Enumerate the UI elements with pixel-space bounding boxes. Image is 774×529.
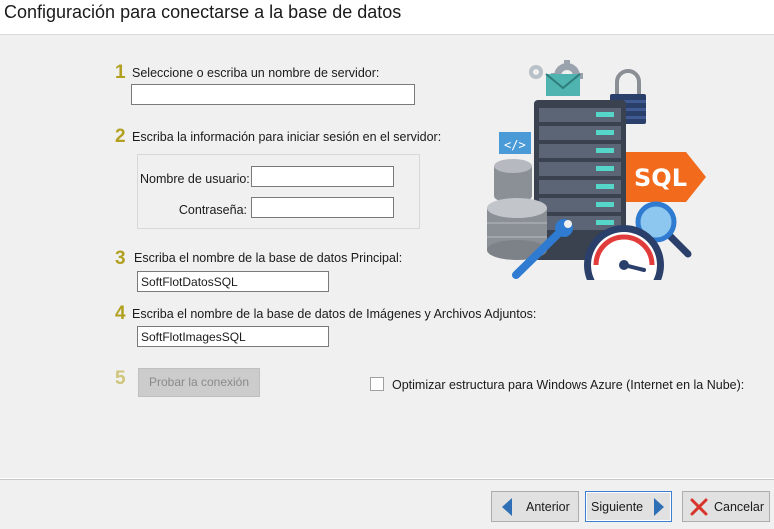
step-number-1: 1 [115, 62, 126, 83]
small-gear-icon [529, 65, 543, 79]
password-input[interactable] [251, 197, 394, 218]
server-label: Seleccione o escriba un nombre de servid… [132, 66, 380, 80]
main-database-input[interactable] [137, 271, 329, 292]
images-database-label: Escriba el nombre de la base de datos de… [132, 307, 537, 321]
envelope-icon [545, 73, 581, 96]
cancel-button[interactable]: Cancelar [682, 491, 770, 522]
arrow-left-icon [502, 498, 512, 516]
login-info-label: Escriba la información para iniciar sesi… [132, 130, 442, 144]
test-connection-button[interactable]: Probar la conexión [138, 368, 260, 397]
back-button-label: Anterior [526, 500, 570, 514]
next-button-label: Siguiente [591, 500, 644, 514]
sql-badge-text: SQL [634, 164, 687, 192]
images-database-input[interactable] [137, 326, 329, 347]
username-label: Nombre de usuario: [140, 172, 250, 186]
content-area: 1 Seleccione o escriba un nombre de serv… [0, 35, 774, 478]
svg-text:</>: </> [504, 138, 526, 152]
code-document-icon: </> [499, 132, 531, 154]
page-title: Configuración para conectarse a la base … [4, 2, 402, 22]
main-database-label: Escriba el nombre de la base de datos Pr… [134, 251, 403, 265]
next-button[interactable]: Siguiente [585, 491, 672, 522]
footer-bar: Anterior Siguiente Cancelar [0, 479, 774, 529]
step-number-2: 2 [115, 126, 126, 147]
step-number-5: 5 [115, 368, 126, 389]
cancel-button-label: Cancelar [714, 500, 765, 514]
azure-option-label: Optimizar estructura para Windows Azure … [392, 378, 745, 392]
close-icon [690, 498, 708, 516]
azure-checkbox[interactable] [370, 377, 384, 391]
database-illustration: </> SQL [484, 60, 714, 305]
server-input[interactable] [131, 84, 415, 105]
step-number-4: 4 [115, 303, 126, 324]
sql-tag-icon: SQL [626, 152, 706, 202]
header: Configuración para conectarse a la base … [0, 0, 774, 35]
username-input[interactable] [251, 166, 394, 187]
back-button[interactable]: Anterior [491, 491, 579, 522]
arrow-right-icon [654, 498, 664, 516]
cylinder-database-icon [494, 159, 532, 203]
password-label: Contraseña: [178, 203, 247, 217]
step-number-3: 3 [115, 248, 126, 269]
